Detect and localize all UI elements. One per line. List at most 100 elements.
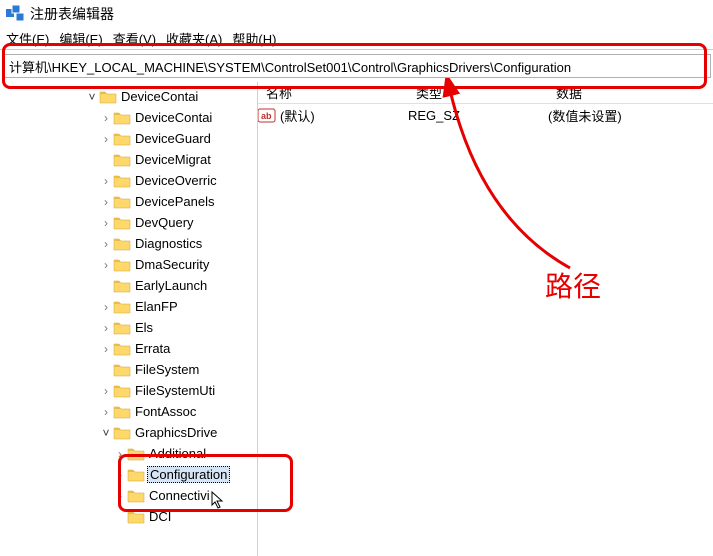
tree-pane[interactable]: ˅ DeviceContai › DeviceContai › DeviceGuard De… (0, 82, 258, 556)
tree-item[interactable]: › DmaSecurity (0, 254, 257, 275)
tree-item[interactable]: › ElanFP (0, 296, 257, 317)
value-name: (默认) (280, 106, 315, 125)
folder-icon (113, 362, 131, 377)
folder-icon (127, 488, 145, 503)
chevron-right-icon[interactable]: › (99, 384, 113, 398)
regedit-icon (6, 5, 24, 23)
folder-icon (113, 404, 131, 419)
tree-item-label[interactable]: DeviceContai (119, 89, 200, 104)
tree-item[interactable]: › DeviceOverric (0, 170, 257, 191)
tree-item-label[interactable]: DeviceMigrat (133, 152, 213, 167)
tree-item[interactable]: › FontAssoc (0, 401, 257, 422)
content-area: ˅ DeviceContai › DeviceContai › DeviceGuard De… (0, 82, 713, 556)
tree-item[interactable]: › FileSystemUti (0, 380, 257, 401)
tree-item-label[interactable]: Configuration (147, 466, 230, 483)
tree-item[interactable]: › DeviceGuard (0, 128, 257, 149)
folder-icon (113, 215, 131, 230)
address-bar[interactable]: 计算机\HKEY_LOCAL_MACHINE\SYSTEM\ControlSet… (2, 54, 711, 78)
chevron-right-icon[interactable]: › (113, 468, 127, 482)
tree-item-label[interactable]: DeviceContai (133, 110, 214, 125)
tree-item-label[interactable]: DmaSecurity (133, 257, 211, 272)
tree-item[interactable]: ˅ DeviceContai (0, 86, 257, 107)
value-row[interactable]: ab (默认) REG_SZ (数值未设置) (258, 104, 713, 126)
chevron-right-icon[interactable]: › (99, 258, 113, 272)
svg-text:ab: ab (261, 111, 272, 121)
chevron-right-icon[interactable]: › (113, 489, 127, 503)
tree-item-label[interactable]: Additional (147, 446, 208, 461)
tree-item-label[interactable]: Diagnostics (133, 236, 204, 251)
address-path[interactable]: 计算机\HKEY_LOCAL_MACHINE\SYSTEM\ControlSet… (9, 57, 571, 76)
folder-icon (113, 383, 131, 398)
tree-item-label[interactable]: FontAssoc (133, 404, 198, 419)
chevron-right-icon[interactable]: › (99, 111, 113, 125)
chevron-right-icon[interactable]: › (99, 300, 113, 314)
folder-icon (113, 194, 131, 209)
folder-icon (99, 89, 117, 104)
tree-item-label[interactable]: EarlyLaunch (133, 278, 209, 293)
chevron-right-icon[interactable]: › (99, 405, 113, 419)
tree-item-label[interactable]: DevicePanels (133, 194, 217, 209)
folder-icon (113, 236, 131, 251)
tree-item[interactable]: FileSystem (0, 359, 257, 380)
menu-help[interactable]: 帮助(H) (232, 29, 276, 48)
chevron-down-icon[interactable]: ˅ (85, 90, 99, 104)
chevron-right-icon[interactable]: › (99, 132, 113, 146)
tree-item[interactable]: › Diagnostics (0, 233, 257, 254)
tree-item[interactable]: › Additional (0, 443, 257, 464)
tree-item-label[interactable]: DeviceOverric (133, 173, 219, 188)
tree-item[interactable]: DeviceMigrat (0, 149, 257, 170)
chevron-right-icon[interactable]: › (99, 195, 113, 209)
header-type[interactable]: 类型 (408, 83, 548, 102)
value-pane[interactable]: 名称 类型 数据 ab (默认) REG_SZ (数值未设置) (258, 82, 713, 556)
tree-item[interactable]: › DeviceContai (0, 107, 257, 128)
folder-icon (113, 341, 131, 356)
chevron-right-icon[interactable]: › (99, 321, 113, 335)
chevron-right-icon[interactable]: › (99, 174, 113, 188)
chevron-down-icon[interactable]: ˅ (99, 426, 113, 440)
tree-item-label[interactable]: DCI (147, 509, 173, 524)
chevron-right-icon[interactable]: › (99, 237, 113, 251)
tree-item[interactable]: › Errata (0, 338, 257, 359)
value-headers[interactable]: 名称 类型 数据 (258, 82, 713, 104)
header-data[interactable]: 数据 (548, 83, 713, 102)
menu-favorites[interactable]: 收藏夹(A) (166, 29, 222, 48)
tree-item[interactable]: ˅ GraphicsDrive (0, 422, 257, 443)
tree-item-label[interactable]: DevQuery (133, 215, 196, 230)
tree-item[interactable]: › Configuration (0, 464, 257, 485)
folder-icon (113, 278, 131, 293)
folder-icon (113, 257, 131, 272)
folder-icon (113, 425, 131, 440)
value-data: (数值未设置) (548, 106, 713, 125)
tree-item[interactable]: › Connectivi (0, 485, 257, 506)
tree-item-label[interactable]: DeviceGuard (133, 131, 213, 146)
header-name[interactable]: 名称 (258, 83, 408, 102)
tree-item-label[interactable]: Els (133, 320, 155, 335)
menu-view[interactable]: 查看(V) (113, 29, 156, 48)
chevron-right-icon[interactable]: › (113, 447, 127, 461)
tree-item-label[interactable]: Errata (133, 341, 172, 356)
tree-item[interactable]: › DevQuery (0, 212, 257, 233)
chevron-right-icon[interactable]: › (99, 216, 113, 230)
folder-icon (113, 110, 131, 125)
folder-icon (113, 320, 131, 335)
tree-item-label[interactable]: GraphicsDrive (133, 425, 219, 440)
value-type: REG_SZ (408, 108, 548, 123)
tree-item[interactable]: › DevicePanels (0, 191, 257, 212)
tree-item-label[interactable]: FileSystemUti (133, 383, 217, 398)
menu-file[interactable]: 文件(E) (6, 29, 49, 48)
folder-icon (113, 131, 131, 146)
title-bar: 注册表编辑器 (0, 0, 713, 28)
folder-icon (113, 173, 131, 188)
tree-item[interactable]: › Els (0, 317, 257, 338)
menu-edit[interactable]: 编辑(E) (59, 29, 102, 48)
tree-item-label[interactable]: FileSystem (133, 362, 201, 377)
tree-item-label[interactable]: Connectivi (147, 488, 212, 503)
chevron-right-icon[interactable]: › (99, 342, 113, 356)
tree-item[interactable]: EarlyLaunch (0, 275, 257, 296)
folder-icon (127, 509, 145, 524)
folder-icon (127, 446, 145, 461)
tree-item-label[interactable]: ElanFP (133, 299, 180, 314)
tree-item[interactable]: DCI (0, 506, 257, 527)
window-title: 注册表编辑器 (30, 4, 114, 24)
menu-bar[interactable]: 文件(E) 编辑(E) 查看(V) 收藏夹(A) 帮助(H) (0, 28, 713, 50)
